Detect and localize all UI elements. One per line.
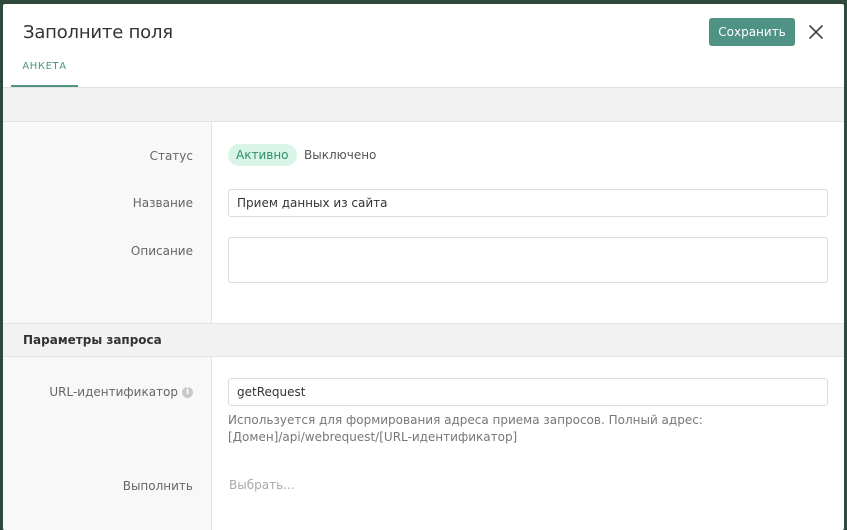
hint-line-2: [Домен]/api/webrequest/[URL-идентификато… bbox=[228, 430, 518, 444]
execute-select[interactable]: Выбрать... bbox=[229, 478, 295, 492]
url-id-label: URL-идентификатор i bbox=[49, 385, 193, 399]
info-icon[interactable]: i bbox=[182, 387, 193, 398]
status-label: Статус bbox=[149, 149, 193, 163]
tab-anketa[interactable]: АНКЕТА bbox=[11, 54, 78, 87]
description-field[interactable] bbox=[228, 237, 828, 283]
name-field[interactable] bbox=[228, 189, 828, 217]
url-id-hint: Используется для формирования адреса при… bbox=[228, 412, 828, 446]
url-id-label-text: URL-идентификатор bbox=[49, 385, 178, 399]
description-label: Описание bbox=[130, 244, 193, 258]
hint-line-1: Используется для формирования адреса при… bbox=[228, 413, 703, 427]
close-icon[interactable] bbox=[805, 21, 827, 43]
modal-header: Заполните поля Сохранить АНКЕТА bbox=[3, 4, 844, 87]
name-label: Название bbox=[132, 196, 193, 210]
request-params-section-header: Параметры запроса bbox=[3, 323, 844, 357]
save-button[interactable]: Сохранить bbox=[709, 18, 795, 46]
status-option-off[interactable]: Выключено bbox=[304, 144, 376, 166]
url-id-field[interactable] bbox=[228, 378, 828, 406]
fill-fields-modal: Заполните поля Сохранить АНКЕТА Статус А… bbox=[3, 4, 844, 530]
labels-column-request bbox=[3, 357, 212, 530]
modal-title: Заполните поля bbox=[23, 22, 173, 43]
execute-label: Выполнить bbox=[122, 479, 193, 493]
section-title: Параметры запроса bbox=[23, 333, 162, 347]
status-option-active[interactable]: Активно bbox=[228, 144, 297, 166]
header-divider-band bbox=[3, 87, 844, 122]
